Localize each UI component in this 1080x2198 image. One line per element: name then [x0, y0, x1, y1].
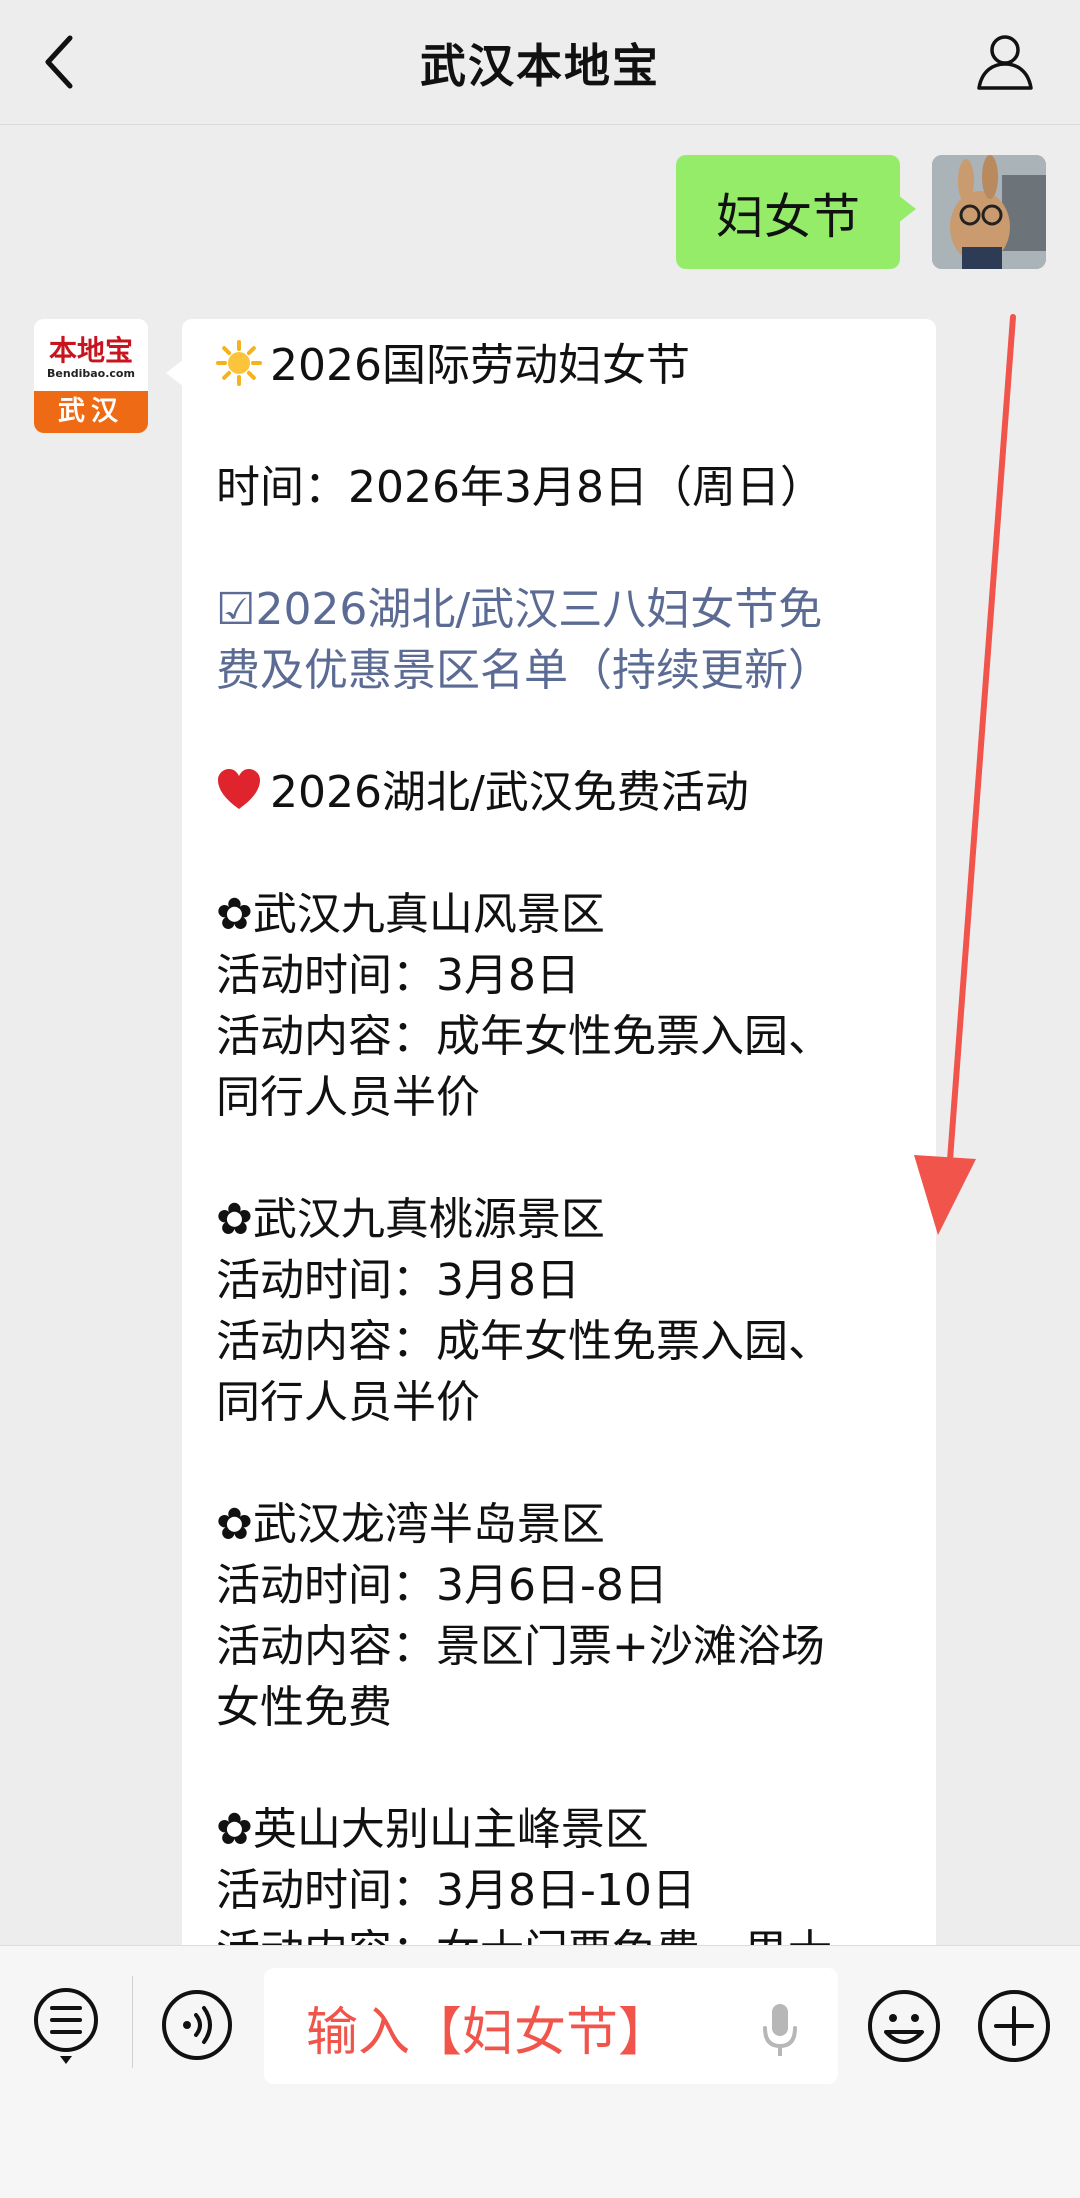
profile-button[interactable] — [974, 30, 1036, 92]
avatar-image — [932, 155, 1046, 269]
menu-button[interactable] — [32, 1986, 100, 2066]
message-line: 活动内容：女士门票免费，男士 — [216, 1921, 906, 1945]
message-line: 活动内容：成年女性免票入园、 — [216, 1006, 906, 1067]
logo: 本地宝 Bendibao.com — [34, 319, 148, 391]
user-message-text: 妇女节 — [715, 189, 860, 245]
message-line-text: 2026湖北/武汉免费活动 — [270, 767, 749, 818]
emoji-icon — [868, 1990, 940, 2062]
top-bar: 武汉本地宝 — [0, 0, 1080, 125]
message-line: 2026国际劳动妇女节 — [216, 335, 906, 396]
voice-icon — [162, 1990, 232, 2060]
message-line-text: 活动内容：女士门票免费，男士 — [216, 1926, 832, 1945]
message-line-text: 活动内容：成年女性免票入园、 — [216, 1011, 832, 1062]
message-line: 活动时间：3月6日-8日 — [216, 1555, 906, 1616]
message-line-text: 活动时间：3月8日-10日 — [216, 1865, 696, 1916]
message-line: 时间：2026年3月8日（周日） — [216, 457, 906, 518]
heart-icon — [218, 769, 260, 809]
message-line: 2026湖北/武汉免费活动 — [216, 762, 906, 823]
message-line: 女性免费 — [216, 1677, 906, 1738]
message-line: 同行人员半价 — [216, 1372, 906, 1433]
chat-area[interactable]: 妇女节 本地宝 Bendibao.com 武汉 2026国际劳动妇女节时间：20… — [0, 125, 1080, 1945]
page-title: 武汉本地宝 — [420, 39, 660, 93]
message-line-text: 女性免费 — [216, 1682, 392, 1733]
message-line-text: ✿武汉龙湾半岛景区 — [216, 1499, 605, 1550]
message-input-text: 输入【妇女节】 — [306, 2003, 671, 2063]
plus-icon — [978, 1990, 1050, 2062]
plus-button[interactable] — [976, 1988, 1052, 2064]
bot-message-bubble[interactable]: 2026国际劳动妇女节时间：2026年3月8日（周日） ☑2026湖北/武汉三八妇… — [166, 319, 936, 1945]
message-input[interactable]: 输入【妇女节】 — [264, 1968, 838, 2084]
message-line-text: 时间：2026年3月8日（周日） — [216, 462, 824, 513]
logo-name: 本地宝 — [48, 334, 133, 367]
message-line: ✿武汉龙湾半岛景区 — [216, 1494, 906, 1555]
divider — [132, 1976, 133, 2068]
logo-domain: Bendibao.com — [47, 367, 135, 380]
menu-list-icon — [34, 1988, 98, 2064]
bottom-input-bar: 输入【妇女节】 — [0, 1945, 1080, 2198]
message-line: ✿武汉九真桃源景区 — [216, 1189, 906, 1250]
message-line: ✿英山大别山主峰景区 — [216, 1799, 906, 1860]
message-line: 活动内容：成年女性免票入园、 — [216, 1311, 906, 1372]
message-line-text: 同行人员半价 — [216, 1072, 480, 1123]
sun-icon — [216, 340, 262, 386]
message-line-text: 活动时间：3月6日-8日 — [216, 1560, 668, 1611]
message-line: 活动内容：景区门票+沙滩浴场 — [216, 1616, 906, 1677]
voice-button[interactable] — [160, 1988, 234, 2062]
logo-city: 武汉 — [34, 391, 148, 433]
article-link-line[interactable]: 费及优惠景区名单（持续更新） — [216, 640, 906, 701]
mic-icon[interactable] — [760, 2000, 800, 2058]
person-icon — [977, 35, 1033, 90]
message-line-text: ✿武汉九真桃源景区 — [216, 1194, 605, 1245]
message-line-text: 同行人员半价 — [216, 1377, 480, 1428]
message-line-text: 活动时间：3月8日 — [216, 950, 580, 1001]
user-message-bubble[interactable]: 妇女节 — [675, 155, 917, 269]
message-line-text: ☑2026湖北/武汉三八妇女节免 — [216, 584, 823, 635]
message-line-text: 费及优惠景区名单（持续更新） — [216, 645, 832, 696]
message-line-text: ✿武汉九真山风景区 — [216, 889, 605, 940]
message-line-text: 活动内容：景区门票+沙滩浴场 — [216, 1621, 825, 1672]
user-avatar[interactable] — [932, 155, 1046, 269]
message-line-text: 活动时间：3月8日 — [216, 1255, 580, 1306]
message-line: 活动时间：3月8日 — [216, 1250, 906, 1311]
message-line: ✿武汉九真山风景区 — [216, 884, 906, 945]
message-line: 活动时间：3月8日 — [216, 945, 906, 1006]
message-line-text: ✿英山大别山主峰景区 — [216, 1804, 649, 1855]
bot-message-body: 2026国际劳动妇女节时间：2026年3月8日（周日） ☑2026湖北/武汉三八妇… — [216, 335, 906, 1945]
message-line: 同行人员半价 — [216, 1067, 906, 1128]
emoji-button[interactable] — [866, 1988, 942, 2064]
message-line-text: 活动内容：成年女性免票入园、 — [216, 1316, 832, 1367]
message-line: 活动时间：3月8日-10日 — [216, 1860, 906, 1921]
article-link-line[interactable]: ☑2026湖北/武汉三八妇女节免 — [216, 579, 906, 640]
message-line-text: 2026国际劳动妇女节 — [270, 340, 690, 391]
bot-avatar[interactable]: 本地宝 Bendibao.com 武汉 — [34, 319, 148, 433]
